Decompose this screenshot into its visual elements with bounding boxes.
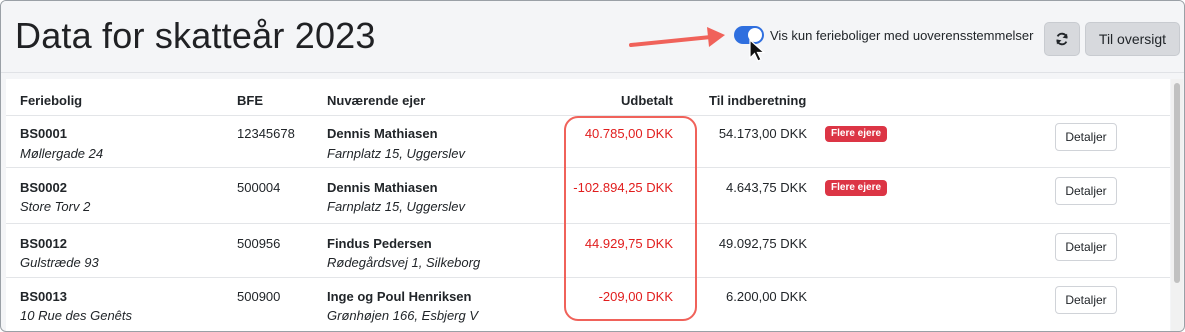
owner-name: Inge og Poul Henriksen — [327, 289, 472, 304]
refresh-icon — [1056, 32, 1068, 46]
details-button[interactable]: Detaljer — [1055, 233, 1117, 261]
details-button[interactable]: Detaljer — [1055, 286, 1117, 314]
bfe-number: 500900 — [237, 289, 281, 304]
owner-address: Farnplatz 15, Uggerslev — [327, 146, 466, 161]
app-window: Data for skatteår 2023 Vis kun ferieboli… — [0, 0, 1185, 332]
report-amount: 6.200,00 DKK — [726, 289, 807, 304]
discrepancy-toggle-label[interactable]: Vis kun ferieboliger med uoverensstemmel… — [770, 28, 1034, 43]
details-button[interactable]: Detaljer — [1055, 123, 1117, 151]
column-header-paid: Udbetalt — [621, 93, 673, 108]
page-title: Data for skatteår 2023 — [15, 15, 376, 56]
scrollbar-thumb[interactable] — [1174, 83, 1180, 283]
refresh-button[interactable] — [1044, 22, 1080, 56]
bfe-number: 500956 — [237, 236, 281, 251]
column-header-bfe: BFE — [237, 93, 263, 108]
report-amount: 49.092,75 DKK — [718, 236, 807, 251]
owner-name: Dennis Mathiasen — [327, 180, 438, 195]
report-amount: 54.173,00 DKK — [718, 126, 807, 141]
owner-address: Farnplatz 15, Uggerslev — [327, 199, 466, 214]
property-address: Møllergade 24 — [20, 146, 104, 161]
owner-address: Rødegårdsvej 1, Silkeborg — [327, 255, 481, 270]
details-button[interactable]: Detaljer — [1055, 177, 1117, 205]
annotation-arrow-icon — [629, 27, 725, 47]
column-header-owner: Nuværende ejer — [327, 93, 426, 108]
overview-button[interactable]: Til oversigt — [1085, 22, 1180, 56]
property-address: Store Torv 2 — [20, 199, 91, 214]
mouse-cursor-icon — [749, 39, 766, 62]
property-id: BS0002 — [20, 180, 67, 195]
owner-address: Grønhøjen 166, Esbjerg V — [327, 308, 479, 323]
column-header-report: Til indberetning — [709, 93, 807, 108]
owner-name: Findus Pedersen — [327, 236, 432, 251]
paid-column-highlight — [564, 116, 697, 321]
column-header-feriebolig: Feriebolig — [20, 93, 83, 108]
property-id: BS0001 — [20, 126, 67, 141]
bfe-number: 500004 — [237, 180, 281, 195]
bfe-number: 12345678 — [237, 126, 295, 141]
property-address: 10 Rue des Genêts — [20, 308, 133, 323]
multiple-owners-badge: Flere ejere — [825, 126, 888, 142]
owner-name: Dennis Mathiasen — [327, 126, 438, 141]
report-amount: 4.643,75 DKK — [726, 180, 807, 195]
property-address: Gulstræde 93 — [20, 255, 99, 270]
property-id: BS0013 — [20, 289, 67, 304]
property-id: BS0012 — [20, 236, 67, 251]
multiple-owners-badge: Flere ejere — [825, 180, 888, 196]
vertical-scrollbar[interactable] — [1171, 79, 1183, 331]
